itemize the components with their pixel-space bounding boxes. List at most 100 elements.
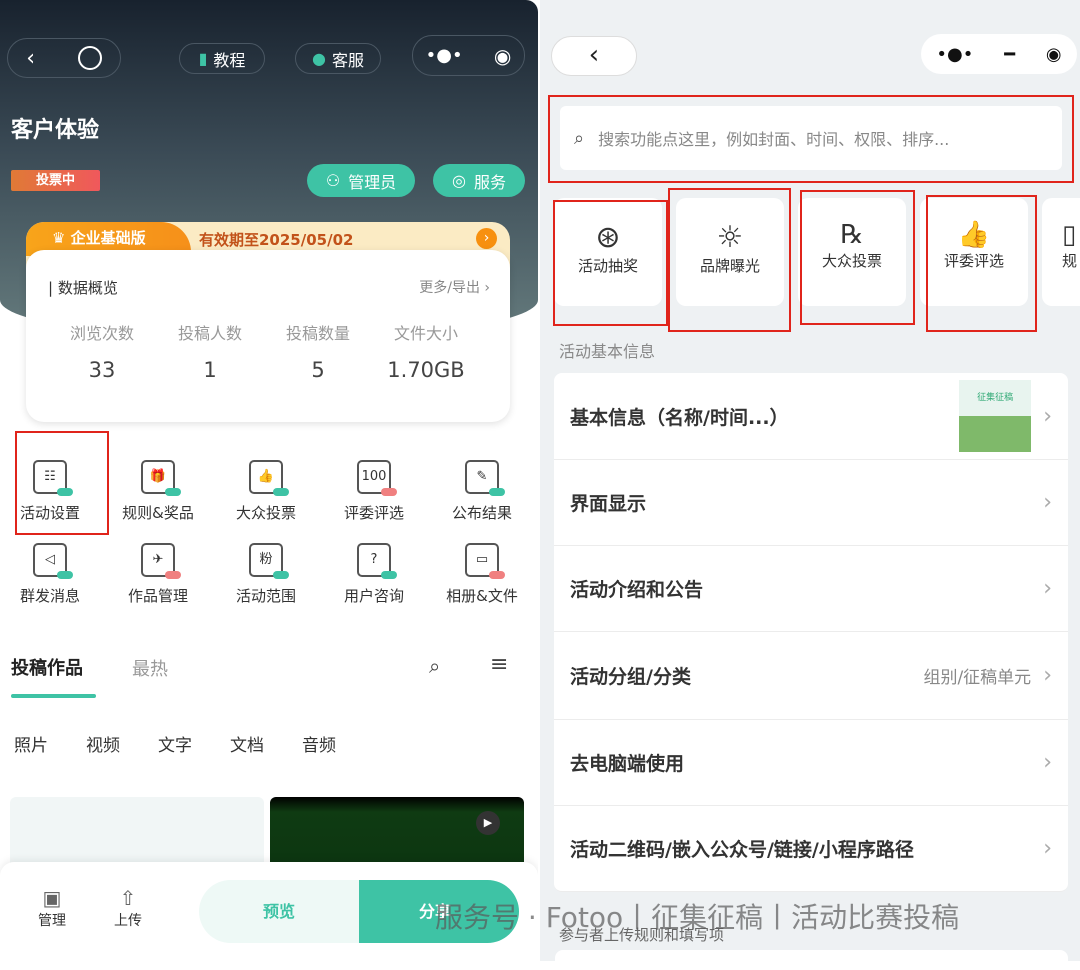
chevron-right-icon: ›: [1043, 490, 1052, 515]
tab-submissions[interactable]: 投稿作品: [11, 654, 83, 680]
minimize-icon[interactable]: ━: [1004, 44, 1015, 65]
grid-item[interactable]: ◁ 群发消息: [6, 543, 94, 606]
chevron-right-icon: ›: [1043, 836, 1052, 861]
highlight-box: [926, 195, 1037, 332]
row-groups[interactable]: 活动分组/分类 组别/征稿单元 ›: [554, 632, 1068, 720]
grid-item[interactable]: 🎁 规则&奖品: [114, 460, 202, 523]
data-overview-card: | 数据概览 更多/导出 › 浏览次数 33 投稿人数 1 投稿数量 5 文件大小 1.…: [26, 250, 510, 422]
back-icon[interactable]: ‹: [26, 46, 35, 71]
function-rules[interactable]: ▯ 规: [1042, 198, 1080, 306]
grid-item-label: 用户咨询: [343, 587, 404, 605]
grid-item-label: 群发消息: [19, 587, 80, 605]
rule-icon: ▯: [1062, 220, 1077, 250]
grid-item-label: 大众投票: [235, 504, 296, 522]
left-phone-screen: ‹ ▮ 教程 ● 客服 •●• ◉ 客户体验 投票中 ⚇ 管理员 ◎ 服务 ♛ 企业基础…: [0, 0, 538, 961]
grid-item[interactable]: 100 评委评选: [330, 460, 418, 523]
stat-submitters: 投稿人数 1: [177, 324, 242, 382]
target-icon: ◎: [452, 171, 466, 190]
filter-doc[interactable]: 文档: [230, 731, 264, 756]
service-btn-label: 服务: [473, 172, 506, 192]
preview-button[interactable]: 预览: [199, 880, 359, 943]
filter-video[interactable]: 视频: [86, 731, 120, 756]
grid-icon: ▣: [42, 886, 62, 910]
users-icon: ⚇: [325, 171, 341, 190]
grid-item[interactable]: ▭ 相册&文件: [438, 543, 526, 606]
highlight-box: [15, 431, 109, 535]
grid-item[interactable]: ? 用户咨询: [330, 543, 418, 606]
chevron-right-icon[interactable]: ›: [476, 228, 497, 249]
feature-icon: 100: [357, 460, 397, 496]
row-basic-info[interactable]: 基本信息（名称/时间...） 征集征稿 ›: [554, 373, 1068, 460]
grid-item[interactable]: 粉活动范围: [222, 543, 310, 606]
stat-views: 浏览次数 33: [69, 324, 134, 382]
chevron-right-icon: ›: [1043, 750, 1052, 775]
back-icon: ‹: [588, 40, 600, 70]
page-title: 客户体验: [11, 118, 100, 143]
manage-button[interactable]: ▣ 管理: [38, 886, 66, 930]
stats-row: 浏览次数 33 投稿人数 1 投稿数量 5 文件大小 1.70GB: [48, 320, 480, 382]
chevron-right-icon: ›: [1043, 663, 1052, 688]
admin-label: 管理员: [348, 172, 397, 192]
chevron-right-icon: ›: [1043, 576, 1052, 601]
minimize-icon[interactable]: [77, 46, 102, 70]
tab-indicator: [11, 694, 96, 698]
grid-item-label: 评委评选: [343, 504, 404, 522]
filter-photo[interactable]: 照片: [14, 731, 48, 756]
upload-icon: ⇧: [119, 886, 137, 910]
row-qrcode[interactable]: 活动二维码/嵌入公众号/链接/小程序路径 ›: [554, 806, 1068, 892]
customer-service-button[interactable]: ● 客服: [295, 43, 381, 74]
overview-title: | 数据概览: [48, 279, 118, 297]
feature-icon: 粉: [249, 543, 289, 579]
feature-icon: ▭: [465, 543, 505, 579]
grid-item-label: 规则&奖品: [122, 504, 194, 522]
tutorial-button[interactable]: ▮ 教程: [179, 43, 265, 74]
admin-button[interactable]: ⚇ 管理员: [307, 164, 415, 197]
highlight-box: [553, 200, 668, 326]
row-desktop[interactable]: 去电脑端使用 ›: [554, 720, 1068, 806]
feature-icon: ✎: [465, 460, 505, 496]
more-icon[interactable]: •●•: [426, 45, 463, 66]
row-sub: 组别/征稿单元: [923, 668, 1032, 688]
more-export-link[interactable]: 更多/导出 ›: [419, 277, 490, 297]
feature-icon: ?: [357, 543, 397, 579]
back-button[interactable]: ‹: [551, 36, 637, 76]
plan-expiry: 有效期至2025/05/02: [199, 231, 354, 249]
highlight-box: [668, 188, 791, 332]
filter-text[interactable]: 文字: [158, 731, 192, 756]
tab-hot[interactable]: 最热: [132, 655, 168, 681]
play-icon[interactable]: ▶: [476, 811, 500, 835]
grid-item-label: 相册&文件: [446, 587, 518, 605]
grid-item[interactable]: ✈ 作品管理: [114, 543, 202, 606]
next-row: [555, 950, 1068, 970]
watermark: 服务号 · Fotoo丨征集征稿丨活动比赛投稿: [435, 901, 960, 934]
feature-icon: 👍: [249, 460, 289, 496]
book-icon: ▮: [198, 49, 208, 68]
search-icon[interactable]: ⌕: [429, 654, 440, 678]
menu-icon[interactable]: ≡: [490, 652, 508, 677]
service-label: 客服: [331, 50, 364, 70]
grid-item-label: 公布结果: [451, 504, 512, 522]
feature-icon: 🎁: [141, 460, 181, 496]
section-label: 活动基本信息: [559, 342, 656, 361]
grid-item[interactable]: 👍 大众投票: [222, 460, 310, 523]
filter-row: 照片 视频 文字 文档 音频: [14, 731, 336, 756]
crown-icon: ♛: [52, 229, 71, 247]
close-mini-icon[interactable]: ◉: [1046, 44, 1062, 65]
feature-icon: ◁: [33, 543, 73, 579]
person-icon: ●: [312, 49, 326, 68]
grid-item-label: 作品管理: [127, 587, 188, 605]
status-badge: 投票中: [11, 170, 100, 191]
close-mini-icon[interactable]: ◉: [494, 44, 511, 68]
filter-audio[interactable]: 音频: [302, 731, 336, 756]
feature-icon: ✈: [141, 543, 181, 579]
more-icon[interactable]: •●•: [936, 44, 973, 65]
capsule-nav: ‹: [7, 38, 121, 78]
upload-button[interactable]: ⇧ 上传: [114, 886, 142, 930]
chevron-right-icon: ›: [1043, 403, 1052, 429]
capsule-menu: •●• ◉: [412, 35, 525, 76]
row-intro[interactable]: 活动介绍和公告 ›: [554, 546, 1068, 632]
grid-item[interactable]: ✎ 公布结果: [438, 460, 526, 523]
row-display[interactable]: 界面显示 ›: [554, 460, 1068, 546]
stat-submissions: 投稿数量 5: [285, 324, 350, 382]
service-button[interactable]: ◎ 服务: [433, 164, 525, 197]
